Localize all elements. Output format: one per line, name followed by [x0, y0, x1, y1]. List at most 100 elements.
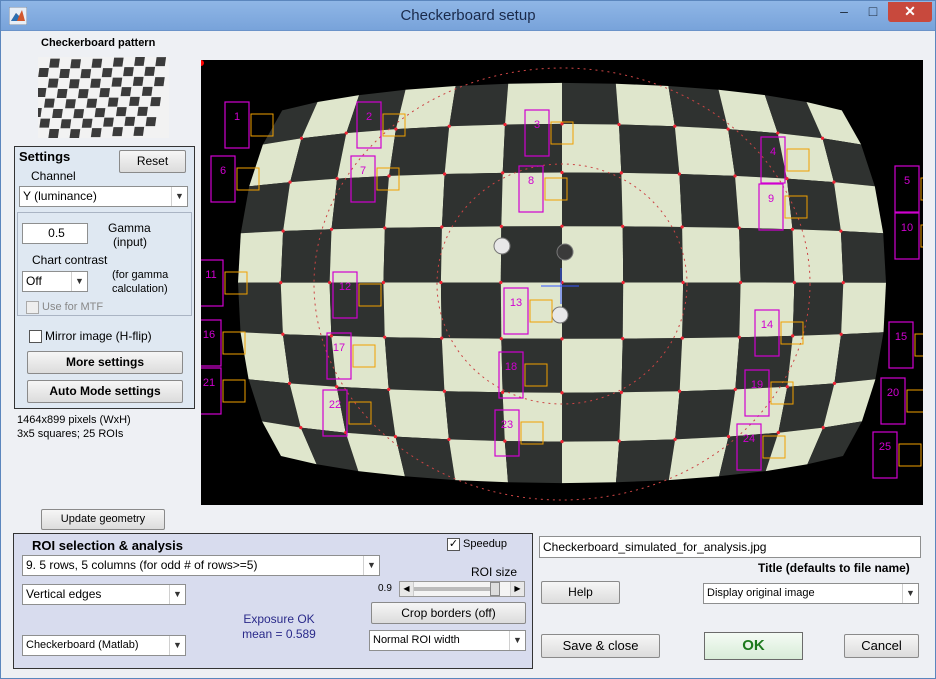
corner-dot [673, 124, 677, 128]
corner-dot [619, 171, 623, 175]
roi-width-select[interactable]: Normal ROI width ▼ [369, 630, 526, 651]
corner-dot [328, 280, 332, 285]
checker-square [440, 282, 502, 339]
corner-dot [790, 227, 795, 231]
roi-number: 18 [505, 361, 517, 373]
corner-dot [673, 437, 677, 442]
roi-number: 15 [895, 331, 907, 343]
corner-dot [737, 335, 741, 339]
checker-square [388, 389, 449, 440]
checker-square [384, 174, 445, 228]
corner-dot [503, 439, 507, 443]
roi-rows-select[interactable]: 9. 5 rows, 5 columns (for odd # of rows>… [22, 555, 380, 576]
reset-button[interactable]: Reset [119, 150, 186, 173]
corner-dot [440, 336, 444, 340]
corner-dot [499, 280, 503, 285]
ok-button[interactable]: OK [704, 632, 803, 660]
corner-dot [617, 439, 621, 443]
update-geometry-button[interactable]: Update geometry [41, 509, 165, 530]
checker-square [440, 226, 502, 283]
chevron-down-icon: ▼ [169, 636, 185, 655]
corner-dot [387, 174, 391, 178]
speedup-checkbox[interactable]: ✓ [447, 538, 460, 551]
save-close-button[interactable]: Save & close [541, 634, 660, 658]
chart-contrast-label: Chart contrast [32, 253, 108, 267]
chart-contrast-select[interactable]: Off ▼ [22, 271, 88, 292]
use-for-mtf-checkbox[interactable] [26, 301, 39, 314]
roi-number: 20 [887, 387, 899, 399]
corner-dot [841, 280, 845, 285]
roi-size-slider[interactable]: ◀ ▶ [399, 581, 525, 597]
roi-number: 23 [501, 419, 513, 431]
checker-square [280, 229, 332, 283]
corner-dot [440, 225, 444, 229]
checkmark-icon: ✓ [448, 538, 459, 550]
checker-square [616, 439, 676, 483]
cancel-button[interactable]: Cancel [844, 634, 919, 658]
roi-number: 2 [366, 111, 372, 123]
corner-dot [281, 332, 285, 336]
channel-select[interactable]: Y (luminance) ▼ [19, 186, 188, 207]
registration-mark [556, 243, 574, 261]
close-icon[interactable]: ✕ [888, 2, 932, 22]
checker-square [280, 282, 332, 336]
mirror-image-checkbox[interactable] [29, 330, 42, 343]
more-settings-button[interactable]: More settings [27, 351, 183, 374]
pattern-label: Checkerboard pattern [41, 37, 156, 49]
gamma-input[interactable]: 0.5 [22, 223, 88, 244]
roi-number: 5 [904, 175, 910, 187]
checker-square [441, 172, 503, 227]
corner-dot [329, 334, 333, 338]
exposure-mean: mean = 0.589 [242, 627, 316, 641]
gamma-section: 0.5 Gamma (input) Chart contrast Off ▼ (… [17, 212, 192, 316]
corner-dot [442, 389, 447, 393]
corner-dot [737, 226, 741, 230]
corner-dot [839, 332, 843, 336]
method-select[interactable]: Checkerboard (Matlab) ▼ [22, 635, 186, 656]
checker-square [841, 282, 886, 335]
slider-right-arrow-icon[interactable]: ▶ [510, 582, 524, 596]
roi-number: 24 [743, 433, 755, 445]
maximize-icon[interactable]: □ [859, 2, 887, 22]
roi-number: 8 [528, 175, 534, 187]
title-label: Title (defaults to file name) [758, 561, 910, 575]
checkerboard-image[interactable]: 1 23456 7891011121314151617181920212223242… [201, 60, 923, 505]
roi-number: 6 [220, 165, 226, 177]
settings-panel: Settings Reset Channel Y (luminance) ▼ 0… [14, 146, 195, 409]
minimize-icon[interactable]: – [830, 2, 858, 22]
corner-dot [681, 280, 685, 285]
help-button[interactable]: Help [541, 581, 620, 604]
corner-dot [281, 229, 285, 233]
checker-square [562, 392, 622, 442]
slider-thumb[interactable] [489, 582, 500, 596]
corner-dot [501, 390, 505, 394]
speedup-label: Speedup [463, 538, 508, 550]
corner-dot [560, 224, 564, 228]
corner-dot [299, 136, 304, 140]
edge-direction-select[interactable]: Vertical edges ▼ [22, 584, 186, 605]
checker-square [562, 338, 623, 393]
corner-dot [785, 385, 789, 389]
checker-square [238, 282, 283, 335]
corner-dot [792, 280, 796, 285]
window-title: Checkerboard setup [400, 7, 536, 24]
roi-number: 16 [203, 329, 215, 341]
auto-mode-settings-button[interactable]: Auto Mode settings [27, 380, 183, 403]
checker-square [619, 391, 680, 442]
crop-borders-button[interactable]: Crop borders (off) [371, 602, 526, 624]
corner-dot [499, 224, 503, 228]
registration-mark [551, 306, 569, 324]
title-bar[interactable]: Checkerboard setup – □ ✕ [1, 1, 935, 31]
roi-number: 10 [901, 222, 913, 234]
filename-field[interactable]: Checkerboard_simulated_for_analysis.jpg [539, 536, 921, 558]
slider-left-arrow-icon[interactable]: ◀ [400, 582, 414, 596]
checker-square [622, 282, 684, 339]
checker-square [336, 386, 396, 437]
corner-dot [381, 280, 386, 285]
display-mode-select[interactable]: Display original image ▼ [703, 583, 919, 604]
pixel-dimensions: 1464x899 pixels (WxH) [17, 414, 131, 426]
corner-dot [335, 177, 339, 181]
corner-dot [439, 280, 443, 285]
checker-square [384, 337, 445, 392]
checkerboard-setup-window: Checkerboard setup – □ ✕ Checkerboard pa… [0, 0, 936, 679]
